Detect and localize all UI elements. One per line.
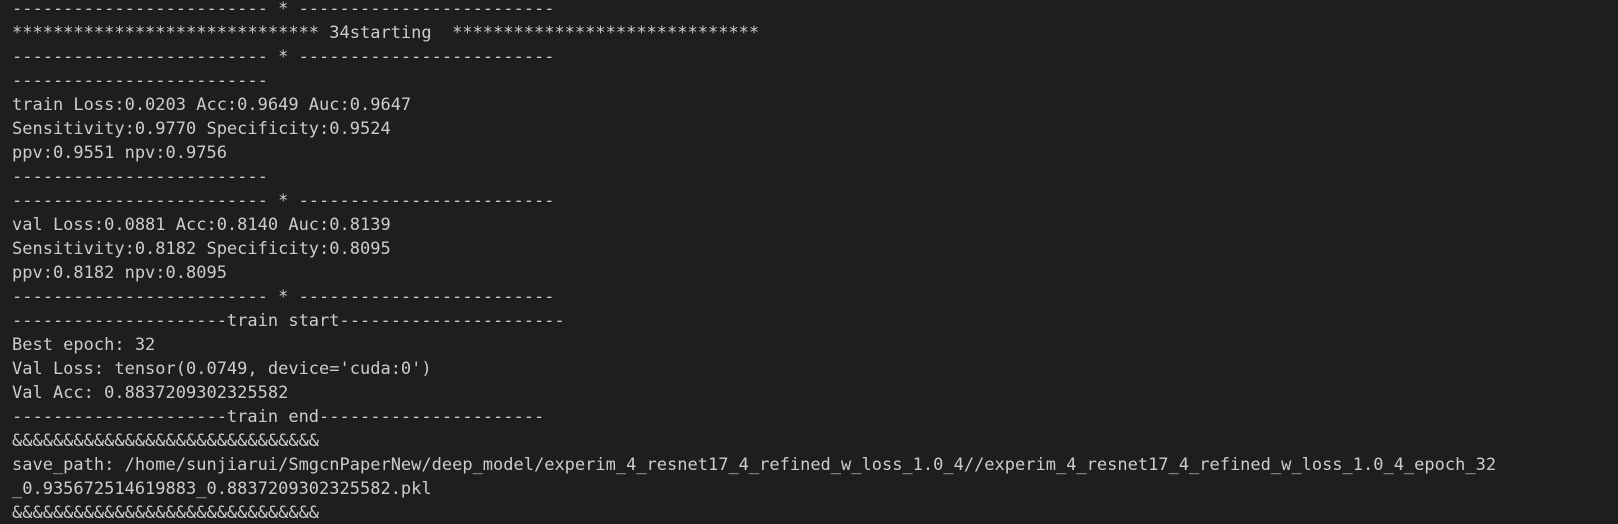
ampersand-separator: &&&&&&&&&&&&&&&&&&&&&&&&&&&&&& (12, 431, 320, 451)
train-metrics-line: train Loss:0.0203 Acc:0.9649 Auc:0.9647 (12, 95, 412, 115)
val-ppv-line: ppv:0.8182 npv:0.8095 (12, 263, 227, 283)
train-ppv-line: ppv:0.9551 npv:0.9756 (12, 143, 227, 163)
train-sensitivity-line: Sensitivity:0.9770 Specificity:0.9524 (12, 119, 391, 139)
terminal-lines: ------------------------- * ------------… (12, 0, 1618, 524)
separator-line: ------------------------- * ------------… (12, 287, 555, 307)
train-start-line: ---------------------train start--------… (12, 311, 565, 331)
terminal-output[interactable]: ------------------------- * ------------… (0, 0, 1618, 524)
val-sensitivity-line: Sensitivity:0.8182 Specificity:0.8095 (12, 239, 391, 259)
separator-line: ------------------------- (12, 71, 268, 91)
separator-line: ------------------------- * ------------… (12, 0, 555, 19)
save-path-line: save_path: /home/sunjiarui/SmgcnPaperNew… (12, 455, 1497, 475)
separator-line: ------------------------- * ------------… (12, 191, 555, 211)
val-acc-line: Val Acc: 0.8837209302325582 (12, 383, 289, 403)
separator-line: ------------------------- * ------------… (12, 47, 555, 67)
save-path-continuation: _0.935672514619883_0.8837209302325582.pk… (12, 479, 432, 499)
epoch-start-banner: ****************************** 34startin… (12, 23, 760, 43)
separator-line: ------------------------- (12, 167, 268, 187)
val-loss-line: Val Loss: tensor(0.0749, device='cuda:0'… (12, 359, 432, 379)
ampersand-separator: &&&&&&&&&&&&&&&&&&&&&&&&&&&&&& (12, 503, 320, 523)
train-end-line: ---------------------train end----------… (12, 407, 545, 427)
val-metrics-line: val Loss:0.0881 Acc:0.8140 Auc:0.8139 (12, 215, 391, 235)
best-epoch-line: Best epoch: 32 (12, 335, 156, 355)
